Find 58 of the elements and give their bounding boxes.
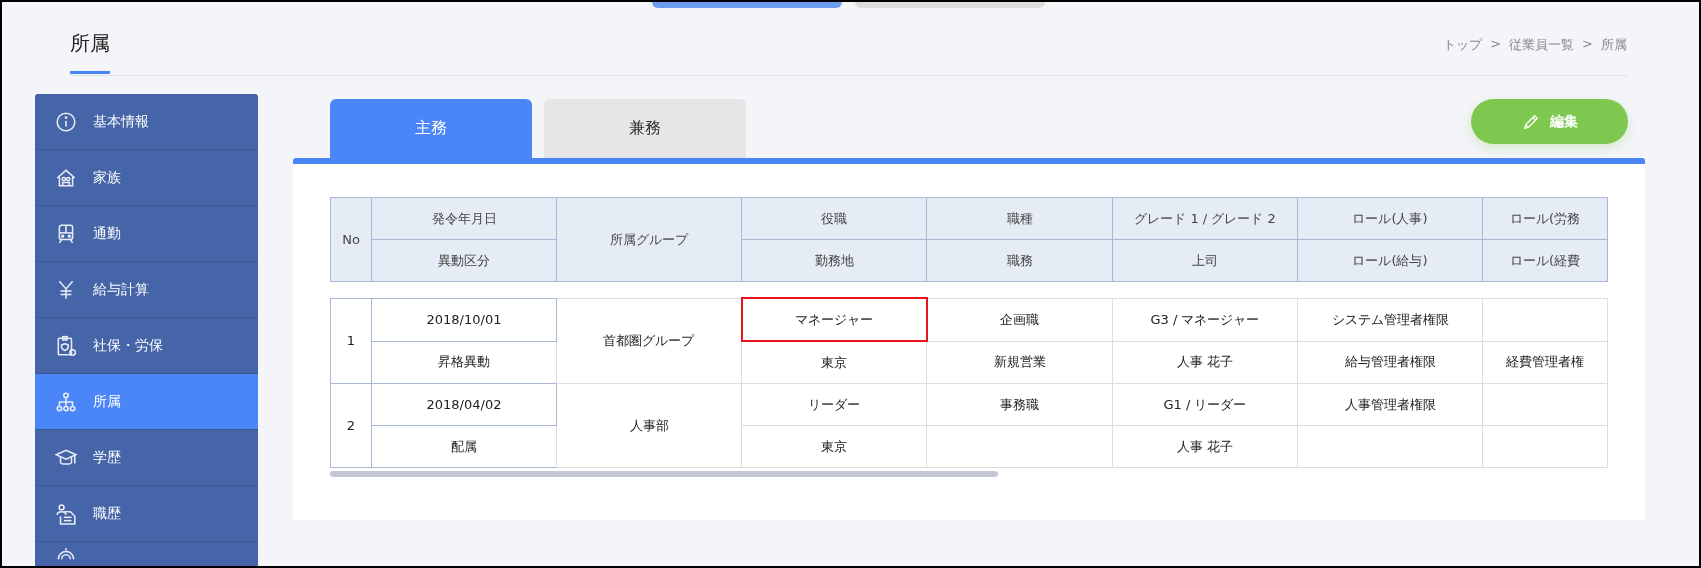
column-header: 発令年月日	[371, 197, 557, 240]
sidebar-item[interactable]: 職歴	[35, 486, 258, 542]
sidebar-item[interactable]: 給与計算	[35, 262, 258, 318]
column-header: 異動区分	[371, 239, 557, 282]
table-cell: 東京	[741, 341, 927, 384]
sidebar-item[interactable]: 基本情報	[35, 94, 258, 150]
column-header: グレード 1 / グレード 2	[1112, 197, 1298, 240]
column-header: 勤務地	[741, 239, 927, 282]
column-header: 所属グループ	[556, 197, 742, 282]
table-cell: 事務職	[926, 383, 1113, 426]
column-header: ロール(労務	[1482, 197, 1608, 240]
table-cell: 東京	[741, 425, 927, 468]
sidebar-item[interactable]: 家族	[35, 150, 258, 206]
column-header: ロール(人事)	[1297, 197, 1483, 240]
table-cell: 2018/04/02	[371, 383, 557, 426]
breadcrumb-link[interactable]: トップ	[1443, 36, 1483, 54]
table-cell: G1 / リーダー	[1112, 383, 1298, 426]
breadcrumb-separator: >	[1581, 36, 1594, 53]
info-icon	[55, 110, 77, 133]
column-header: ロール(経費	[1482, 239, 1608, 282]
table-cell: 企画職	[926, 298, 1113, 341]
table-cell: 人事管理者権限	[1297, 383, 1483, 426]
table-cell: 1	[330, 298, 372, 384]
sidebar-item[interactable]: 通勤	[35, 206, 258, 262]
column-header: 上司	[1112, 239, 1298, 282]
table-cell: 新規営業	[926, 341, 1113, 384]
document-person-icon	[55, 502, 77, 525]
tab-edge[interactable]	[652, 2, 842, 8]
clipboard-icon	[55, 334, 77, 357]
table-cell: リーダー	[741, 383, 927, 426]
column-header: No	[330, 197, 372, 282]
breadcrumb-link[interactable]: 従業員一覧	[1509, 36, 1575, 54]
column-header: 職務	[926, 239, 1113, 282]
pencil-icon	[1521, 112, 1540, 131]
table-cell: 首都圏グループ	[556, 298, 742, 384]
scrollbar-thumb[interactable]	[330, 471, 998, 477]
org-chart-icon	[55, 390, 77, 413]
table-cell: G3 / マネージャー	[1112, 298, 1298, 341]
sidebar-item[interactable]: 所属	[35, 374, 258, 430]
table-cell: システム管理者権限	[1297, 298, 1483, 341]
tab[interactable]: 兼務	[544, 99, 746, 158]
table-cell: 人事 花子	[1112, 341, 1298, 384]
column-header: 職種	[926, 197, 1113, 240]
table-cell: 人事部	[556, 383, 742, 468]
table-cell: 2018/10/01	[371, 298, 557, 341]
table-cell: 2	[330, 383, 372, 468]
table-cell: マネージャー	[741, 298, 927, 341]
tab-edge[interactable]	[855, 2, 1045, 8]
table-cell: 経費管理者権	[1482, 341, 1608, 384]
breadcrumb-current: 所属	[1601, 36, 1627, 54]
table-cell: 人事 花子	[1112, 425, 1298, 468]
sidebar-item[interactable]: 学歴	[35, 430, 258, 486]
table-cell: 給与管理者権限	[1297, 341, 1483, 384]
column-header: ロール(給与)	[1297, 239, 1483, 282]
page-title: 所属	[70, 30, 110, 74]
breadcrumb-separator: >	[1489, 36, 1503, 53]
tab[interactable]: 主務	[330, 99, 532, 158]
column-header: 役職	[741, 197, 927, 240]
